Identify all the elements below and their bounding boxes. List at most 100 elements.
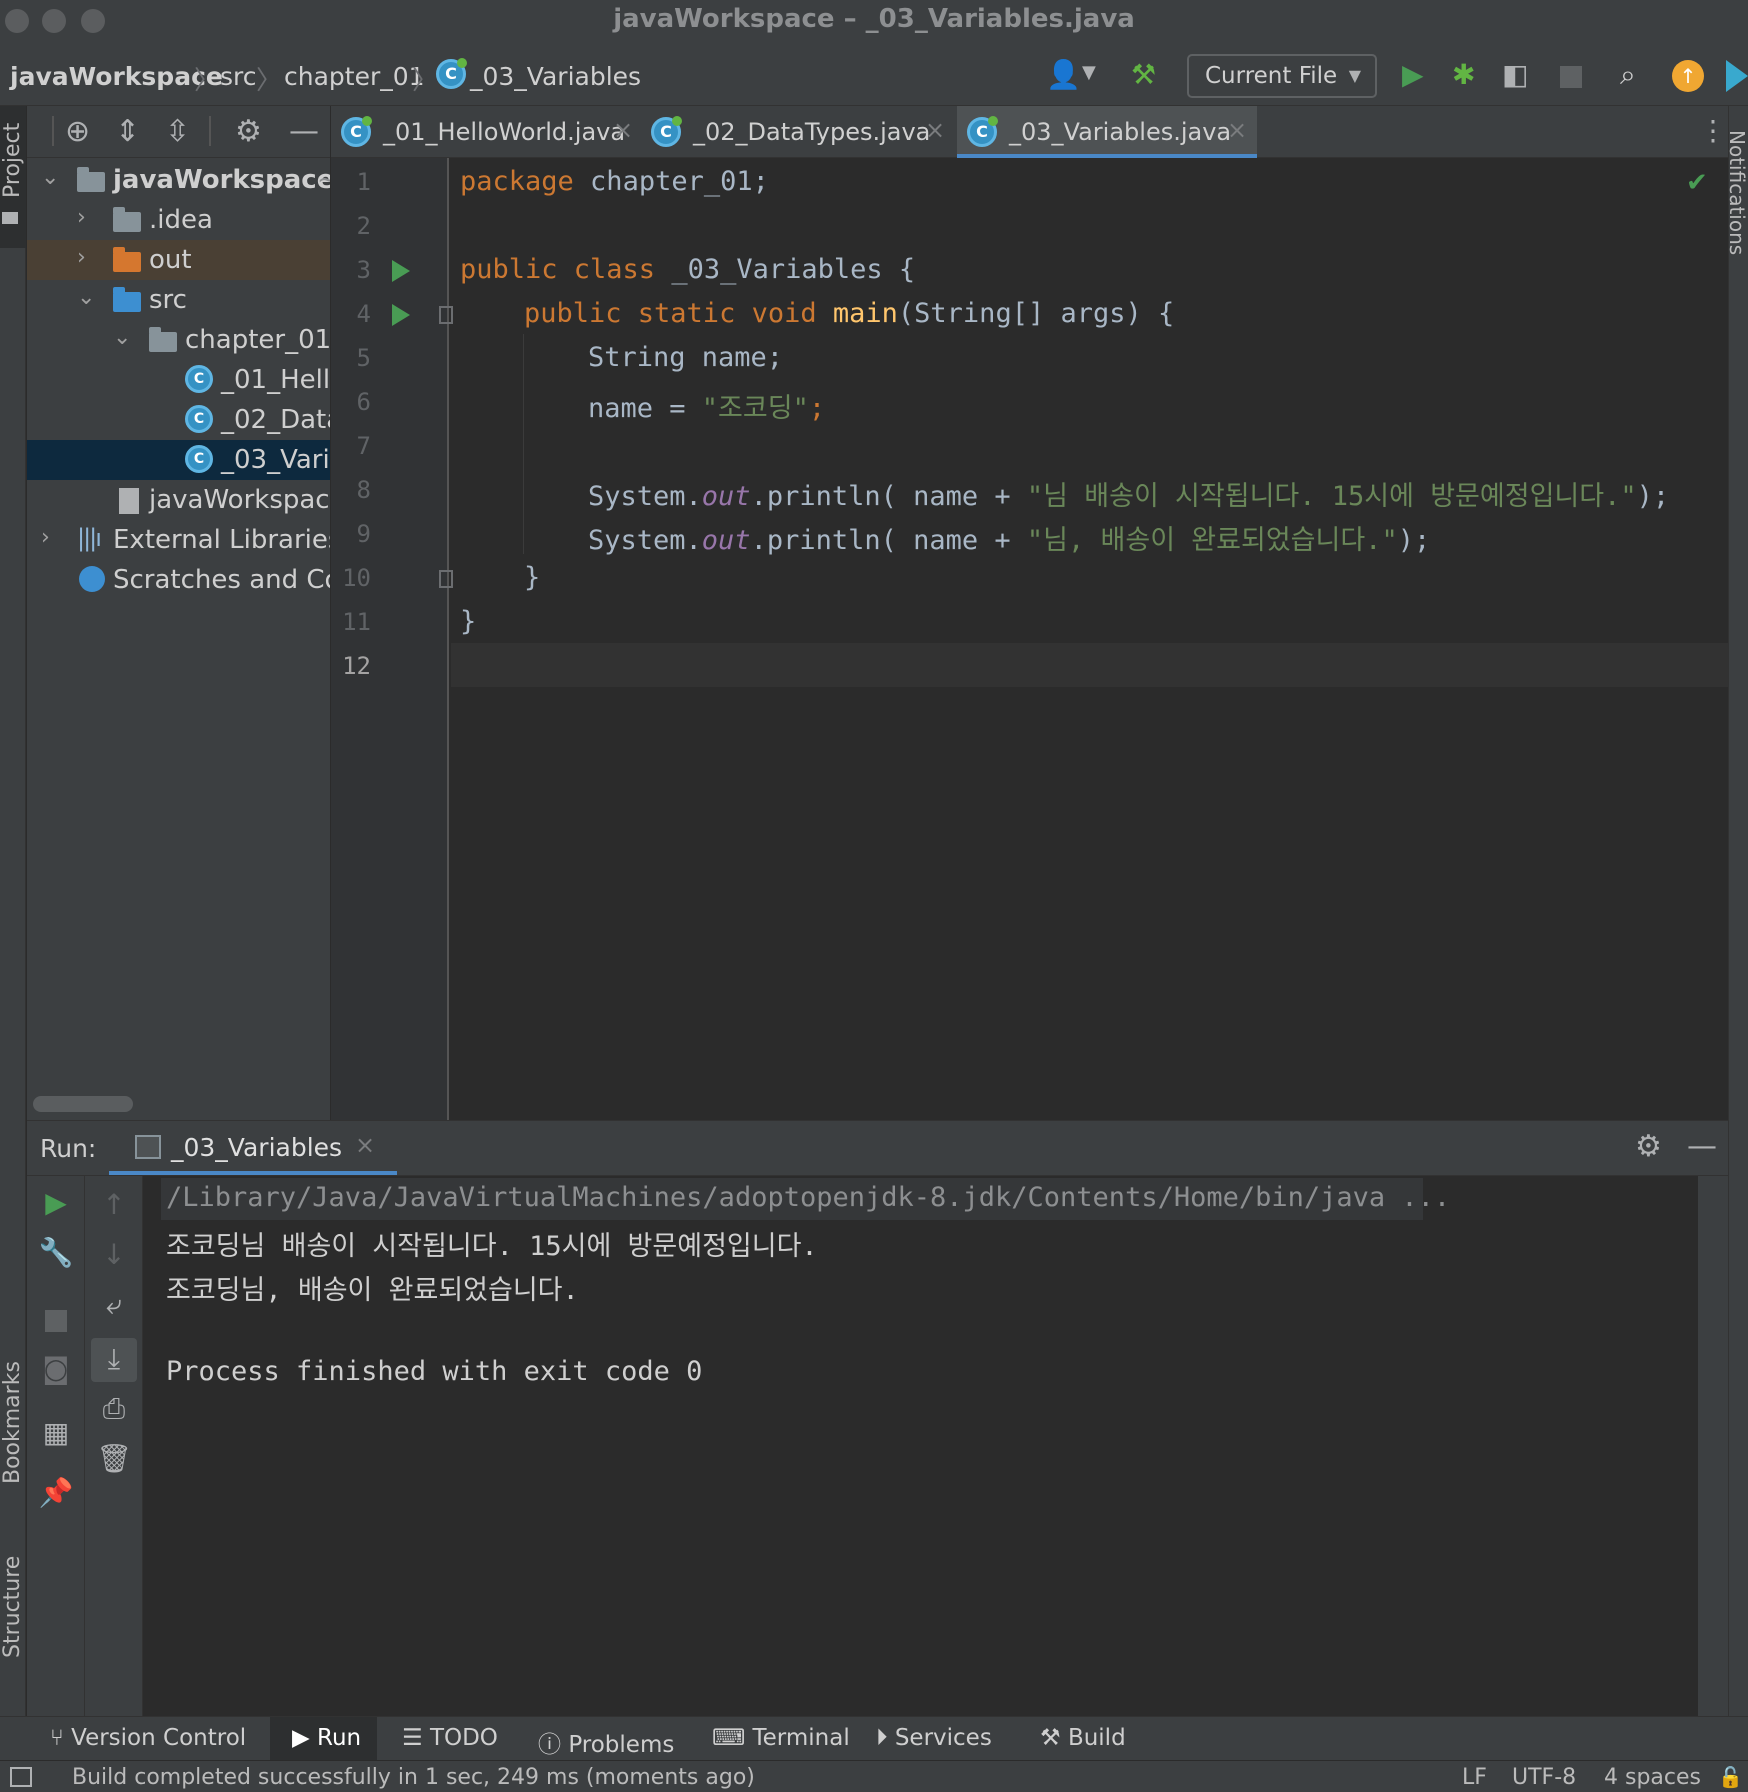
close-icon[interactable]: ×	[1227, 116, 1247, 144]
locate-target-icon[interactable]: ⊕	[65, 114, 90, 149]
tree-item-out[interactable]: › out	[27, 240, 330, 280]
update-icon[interactable]: ↑	[1672, 60, 1704, 92]
tool-problems[interactable]: ⓘ Problems	[538, 1725, 674, 1759]
tree-item-src[interactable]: ⌄ src	[27, 280, 330, 320]
tree-item-iml[interactable]: javaWorkspace	[27, 480, 330, 520]
tree-item-idea[interactable]: › .idea	[27, 200, 330, 240]
layout-icon[interactable]: ▦	[27, 1416, 85, 1449]
tab-03-variables[interactable]: C _03_Variables.java ×	[957, 106, 1257, 158]
run-configuration-select[interactable]: Current File ▼	[1187, 54, 1377, 98]
line-separator-indicator[interactable]: LF	[1462, 1765, 1487, 1790]
tab-02-datatypes[interactable]: C _02_DataTypes.java ×	[641, 106, 955, 158]
folder-icon	[113, 207, 141, 232]
bookmarks-tool-label[interactable]: Bookmarks	[0, 1361, 25, 1484]
tree-item-label: _02_Data	[221, 405, 330, 435]
tool-version-control[interactable]: ⑂ Version Control	[50, 1725, 246, 1751]
arrow-down-icon[interactable]: ↓	[85, 1238, 143, 1271]
tool-build[interactable]: ⚒ Build	[1040, 1725, 1126, 1751]
hide-panel-icon[interactable]: —	[1687, 1129, 1717, 1164]
editor-tab-bar: C _01_HelloWorld.java × C _02_DataTypes.…	[331, 106, 1728, 158]
pin-icon[interactable]: 📌	[27, 1476, 85, 1509]
tool-label: Problems	[568, 1732, 675, 1758]
trash-icon[interactable]: 🗑	[85, 1442, 143, 1475]
console-scrollbar[interactable]	[1698, 1176, 1728, 1716]
divider	[209, 116, 211, 146]
tool-todo[interactable]: ☰ TODO	[402, 1725, 498, 1751]
collapse-all-icon[interactable]: ⇳	[165, 114, 190, 149]
tool-label: Version Control	[71, 1725, 247, 1751]
soft-wrap-icon[interactable]: ⤶	[85, 1288, 143, 1322]
close-icon[interactable]: ×	[355, 1131, 375, 1159]
encoding-indicator[interactable]: UTF-8	[1512, 1765, 1576, 1790]
gear-icon[interactable]: ⚙	[1635, 1129, 1662, 1164]
expand-all-icon[interactable]: ⇕	[115, 114, 140, 149]
build-hammer-icon[interactable]: ⚒	[1131, 58, 1156, 91]
camera-icon[interactable]: ◙	[27, 1352, 85, 1385]
tree-item-label: src	[149, 285, 187, 315]
console-command-line[interactable]: /Library/Java/JavaVirtualMachines/adopto…	[166, 1182, 1450, 1213]
structure-tool-label[interactable]: Structure	[0, 1556, 25, 1658]
tree-item-javaworkspace[interactable]: ⌄ javaWorkspace ~	[27, 160, 330, 200]
chevron-down-icon: ⌄	[77, 285, 96, 310]
chevron-down-icon: ▼	[1348, 66, 1361, 85]
close-icon[interactable]: ×	[613, 116, 633, 144]
code-text: ;	[808, 393, 826, 424]
tool-run[interactable]: ▶ Run	[270, 1717, 378, 1761]
toggle-tool-windows-icon[interactable]	[10, 1767, 32, 1787]
more-tabs-icon[interactable]: ⋮	[1699, 114, 1727, 147]
code-keyword: public static void	[524, 298, 817, 329]
tree-item-external-libraries[interactable]: › |||ı External Libraries	[27, 520, 330, 560]
tree-item-scratches[interactable]: Scratches and Co	[27, 560, 330, 600]
print-icon[interactable]: ⎙	[85, 1392, 143, 1426]
chevron-down-icon[interactable]: ▼	[1082, 62, 1096, 83]
run-tab-label[interactable]: _03_Variables	[171, 1133, 342, 1162]
indent-indicator[interactable]: 4 spaces	[1604, 1765, 1701, 1790]
tool-services[interactable]: ⏵ Services	[876, 1725, 992, 1751]
code-field: out	[701, 481, 751, 512]
close-icon[interactable]: ×	[925, 116, 945, 144]
project-tool-label[interactable]: Project	[0, 123, 25, 198]
coverage-icon[interactable]: ◧	[1502, 58, 1528, 91]
rerun-icon[interactable]: ▶	[27, 1186, 85, 1219]
tab-label: _03_Variables.java	[1009, 118, 1232, 146]
breadcrumb-src[interactable]: src	[220, 62, 257, 91]
project-horizontal-scrollbar[interactable]	[33, 1096, 133, 1112]
code-string: "님, 배송이 완료되었습니다."	[1026, 525, 1398, 556]
tree-item-01-helloworld[interactable]: C _01_Hello	[27, 360, 330, 400]
code-line-5: String name;	[588, 342, 783, 386]
line-number: 9	[356, 520, 371, 548]
breadcrumb-project[interactable]: javaWorkspace	[10, 62, 223, 91]
no-problems-check-icon[interactable]: ✔	[1686, 168, 1708, 198]
gear-icon[interactable]: ⚙	[235, 114, 262, 149]
arrow-up-icon[interactable]: ↑	[85, 1188, 143, 1221]
code-text: (String[] args) {	[897, 298, 1175, 329]
debug-bug-icon[interactable]: ✱	[1452, 58, 1475, 91]
code-text: .println( name +	[750, 525, 1027, 556]
code-with-me-icon[interactable]	[1726, 60, 1748, 92]
wrench-icon[interactable]: 🔧	[27, 1236, 85, 1269]
tree-item-03-variables[interactable]: C _03_Vari	[27, 440, 330, 480]
lock-icon[interactable]: 🔓	[1718, 1765, 1743, 1789]
chevron-right-icon: ›	[77, 205, 86, 230]
breadcrumb-class[interactable]: _03_Variables	[470, 62, 641, 91]
status-message[interactable]: Build completed successfully in 1 sec, 2…	[72, 1765, 755, 1790]
stop-icon[interactable]	[1560, 66, 1582, 88]
fold-marker-icon[interactable]	[439, 570, 453, 588]
tree-item-chapter-01[interactable]: ⌄ chapter_01	[27, 320, 330, 360]
notifications-tool-label[interactable]: Notifications	[1725, 130, 1748, 255]
tool-terminal[interactable]: ⌨ Terminal	[712, 1725, 850, 1751]
hide-panel-icon[interactable]: —	[289, 114, 319, 149]
user-icon[interactable]: 👤	[1046, 58, 1081, 91]
stop-icon[interactable]	[45, 1310, 67, 1332]
run-gutter-icon[interactable]	[392, 304, 410, 326]
search-icon[interactable]: ⌕	[1620, 58, 1636, 92]
tab-01-helloworld[interactable]: C _01_HelloWorld.java ×	[331, 106, 641, 158]
breadcrumb-chapter[interactable]: chapter_01	[284, 62, 425, 91]
run-gutter-icon[interactable]	[392, 260, 410, 282]
tree-item-02-datatypes[interactable]: C _02_Data	[27, 400, 330, 440]
fold-marker-icon[interactable]	[439, 306, 453, 324]
chevron-down-icon: ⌄	[41, 165, 60, 190]
code-line-3: public class _03_Variables {	[460, 254, 915, 298]
run-icon[interactable]: ▶	[1402, 58, 1424, 91]
divider	[52, 116, 54, 146]
